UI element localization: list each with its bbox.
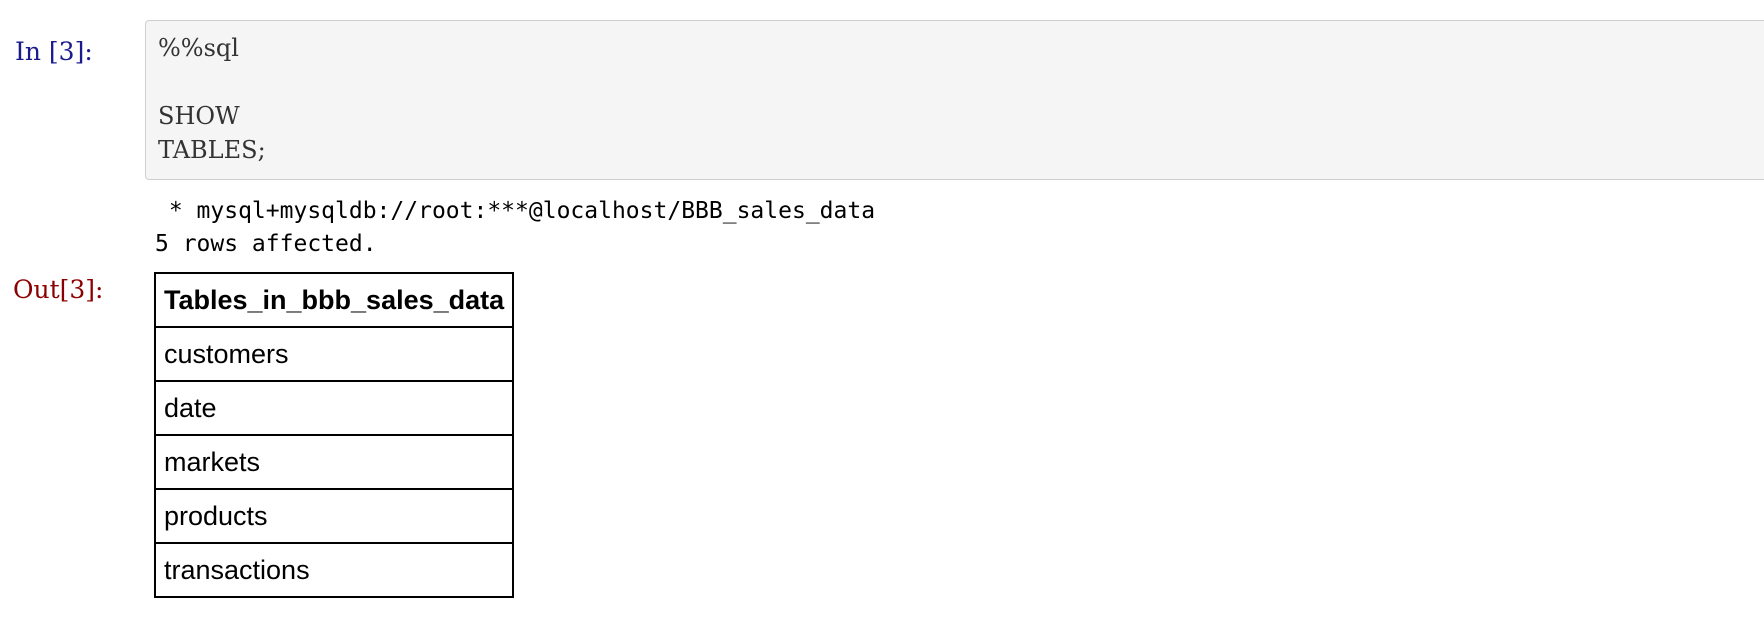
table-header-row: Tables_in_bbb_sales_data — [153, 272, 515, 328]
input-prompt: In [3]: — [15, 37, 93, 66]
table-cell: markets — [153, 434, 515, 490]
table-row: products — [153, 488, 515, 544]
table-row: customers — [153, 326, 515, 382]
table-row: markets — [153, 434, 515, 490]
table-header-cell: Tables_in_bbb_sales_data — [153, 272, 515, 328]
table-cell: customers — [153, 326, 515, 382]
rows-affected-text: 5 rows affected. — [155, 231, 377, 257]
output-prompt: Out[3]: — [13, 275, 104, 304]
code-line: %%sql — [158, 34, 239, 62]
code-line: SHOW — [158, 102, 240, 130]
table-cell: date — [153, 380, 515, 436]
connection-string: * mysql+mysqldb://root:***@localhost/BBB… — [155, 198, 876, 224]
table-row: transactions — [153, 542, 515, 598]
table-cell: products — [153, 488, 515, 544]
code-input-area[interactable]: %%sql SHOW TABLES; — [145, 20, 1764, 180]
code-line: TABLES; — [158, 136, 266, 164]
table-row: date — [153, 380, 515, 436]
result-table: Tables_in_bbb_sales_data customers date … — [153, 272, 515, 598]
table-cell: transactions — [153, 542, 515, 598]
